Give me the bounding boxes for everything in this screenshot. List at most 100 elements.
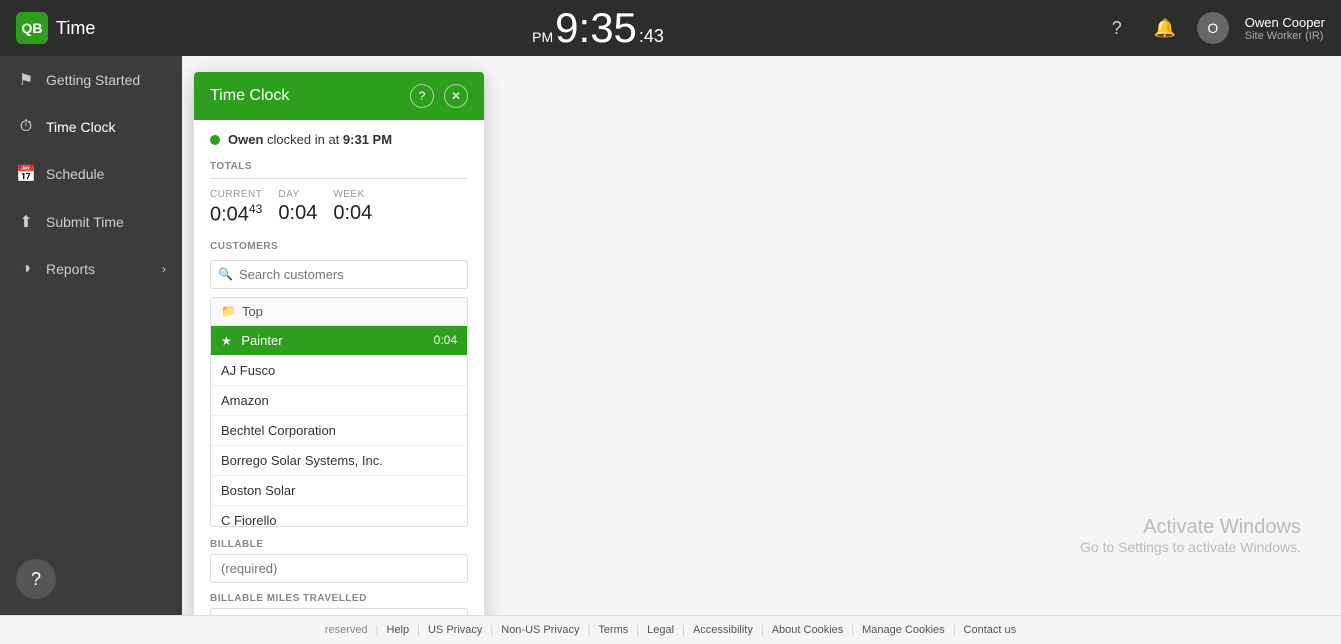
clock-icon: ⏱	[16, 118, 36, 136]
billable-miles-field: BILLABLE MILES TRAVELLED	[210, 593, 468, 615]
customer-item-bechtel[interactable]: Bechtel Corporation	[211, 416, 467, 446]
footer-terms-link[interactable]: Terms	[598, 624, 628, 636]
footer-legal-link[interactable]: Legal	[647, 624, 674, 636]
folder-label: Top	[242, 304, 263, 319]
clock-ampm: PM	[532, 29, 553, 45]
status-dot	[210, 135, 220, 145]
footer-manage-cookies-link[interactable]: Manage Cookies	[862, 624, 945, 636]
customers-label: CUSTOMERS	[210, 241, 468, 252]
customer-item-amazon[interactable]: Amazon	[211, 386, 467, 416]
customer-item-c-fiorello[interactable]: C Fiorello	[211, 506, 467, 526]
footer-contact-us-link[interactable]: Contact us	[964, 624, 1017, 636]
sidebar: ⚑ Getting Started ⏱ Time Clock 📅 Schedul…	[0, 56, 182, 615]
clock-seconds: :43	[639, 26, 664, 47]
sidebar-item-reports[interactable]: ◑ Reports ›	[0, 246, 182, 292]
clock-time: 9:35	[555, 7, 637, 49]
billable-miles-label: BILLABLE MILES TRAVELLED	[210, 593, 468, 604]
user-info: Owen Cooper Site Worker (IR)	[1245, 15, 1325, 42]
sidebar-item-label: Time Clock	[46, 119, 116, 135]
customer-scroll-list[interactable]: ★ Painter 0:04 AJ Fusco Amazon	[211, 326, 467, 526]
customer-item-painter[interactable]: ★ Painter 0:04	[211, 326, 467, 356]
panel-header: Time Clock ? ✕	[194, 72, 484, 120]
page-area: Time Clock ? ✕ Owen clocked in at 9:31 P…	[182, 56, 1341, 615]
footer-non-us-privacy-link[interactable]: Non-US Privacy	[501, 624, 579, 636]
sidebar-item-label: Reports	[46, 261, 95, 277]
billable-input[interactable]	[210, 554, 468, 583]
total-current-value: 0:0443	[210, 202, 262, 227]
totals-section: TOTALS CURRENT 0:0443 DAY 0:04	[210, 161, 468, 227]
footer-about-cookies-link[interactable]: About Cookies	[772, 624, 844, 636]
clocked-in-text: Owen clocked in at 9:31 PM	[228, 132, 392, 147]
footer-accessibility-link[interactable]: Accessibility	[693, 624, 753, 636]
panel-help-button[interactable]: ?	[410, 84, 434, 108]
app-header: QB Time PM 9:35 :43 ? 🔔 O Owen Cooper Si…	[0, 0, 1341, 56]
totals-row: CURRENT 0:0443 DAY 0:04 WEEK 0:04	[210, 189, 468, 227]
total-week-value: 0:04	[333, 202, 372, 225]
total-current: CURRENT 0:0443	[210, 189, 262, 227]
star-icon: ★	[221, 334, 232, 348]
total-current-label: CURRENT	[210, 189, 262, 200]
activate-windows-subtitle: Go to Settings to activate Windows.	[1080, 539, 1301, 555]
user-name: Owen Cooper	[1245, 15, 1325, 30]
footer: reserved | Help | US Privacy | Non-US Pr…	[0, 615, 1341, 644]
customers-section: CUSTOMERS 🔍 📁 Top ★	[210, 241, 468, 527]
sidebar-item-label: Getting Started	[46, 72, 140, 88]
activate-windows-title: Activate Windows	[1080, 516, 1301, 539]
billable-miles-input[interactable]	[210, 608, 468, 615]
avatar: O	[1197, 12, 1229, 44]
customer-item-borrego[interactable]: Borrego Solar Systems, Inc.	[211, 446, 467, 476]
sidebar-item-submit-time[interactable]: ⬆ Submit Time	[0, 198, 182, 246]
footer-reserved: reserved	[325, 624, 368, 636]
totals-divider	[210, 178, 468, 179]
user-role: Site Worker (IR)	[1245, 30, 1325, 42]
help-circle-button[interactable]: ?	[16, 559, 56, 599]
footer-help-link[interactable]: Help	[387, 624, 410, 636]
customer-item-aj-fusco[interactable]: AJ Fusco	[211, 356, 467, 386]
clocked-in-status: Owen clocked in at 9:31 PM	[210, 132, 468, 147]
sidebar-bottom: ?	[0, 543, 182, 615]
panel-header-actions: ? ✕	[410, 84, 468, 108]
current-main: 0:04	[210, 204, 249, 226]
header-actions: ? 🔔 O Owen Cooper Site Worker (IR)	[1101, 12, 1325, 44]
total-day: DAY 0:04	[278, 189, 317, 227]
billable-field: BILLABLE	[210, 539, 468, 583]
activate-windows-watermark: Activate Windows Go to Settings to activ…	[1080, 516, 1301, 555]
clocked-in-name: Owen	[228, 132, 263, 147]
billable-label: BILLABLE	[210, 539, 468, 550]
timeclock-panel: Time Clock ? ✕ Owen clocked in at 9:31 P…	[194, 72, 484, 615]
footer-us-privacy-link[interactable]: US Privacy	[428, 624, 482, 636]
logo[interactable]: QB Time	[16, 12, 95, 44]
chevron-right-icon: ›	[162, 262, 166, 276]
customer-item-label: ★ Painter	[221, 333, 283, 348]
notifications-button[interactable]: 🔔	[1149, 12, 1181, 44]
sidebar-item-schedule[interactable]: 📅 Schedule	[0, 150, 182, 198]
panel-close-button[interactable]: ✕	[444, 84, 468, 108]
clocked-in-action: clocked in at	[267, 132, 343, 147]
flag-icon: ⚑	[16, 70, 36, 90]
current-sup: 43	[249, 202, 262, 216]
search-icon: 🔍	[218, 267, 233, 281]
clock-display: PM 9:35 :43	[95, 7, 1100, 49]
clocked-in-time: 9:31 PM	[343, 132, 392, 147]
sidebar-item-label: Schedule	[46, 166, 104, 182]
sidebar-item-label: Submit Time	[46, 214, 124, 230]
panel-title: Time Clock	[210, 87, 402, 105]
total-week: WEEK 0:04	[333, 189, 372, 227]
panel-body: Owen clocked in at 9:31 PM TOTALS CURREN…	[194, 120, 484, 615]
customer-item-boston-solar[interactable]: Boston Solar	[211, 476, 467, 506]
customer-time: 0:04	[434, 333, 457, 347]
folder-icon: 📁	[221, 304, 236, 318]
help-button[interactable]: ?	[1101, 12, 1133, 44]
sidebar-item-getting-started[interactable]: ⚑ Getting Started	[0, 56, 182, 104]
totals-label: TOTALS	[210, 161, 468, 172]
total-day-value: 0:04	[278, 202, 317, 225]
qb-logo-icon: QB	[16, 12, 48, 44]
sidebar-item-time-clock[interactable]: ⏱ Time Clock	[0, 104, 182, 150]
upload-icon: ⬆	[16, 212, 36, 232]
customer-search-box: 🔍	[210, 260, 468, 289]
calendar-icon: 📅	[16, 164, 36, 184]
folder-row: 📁 Top	[211, 298, 467, 326]
app-name: Time	[56, 18, 95, 39]
search-input[interactable]	[210, 260, 468, 289]
customer-list: 📁 Top ★ Painter 0:04	[210, 297, 468, 527]
